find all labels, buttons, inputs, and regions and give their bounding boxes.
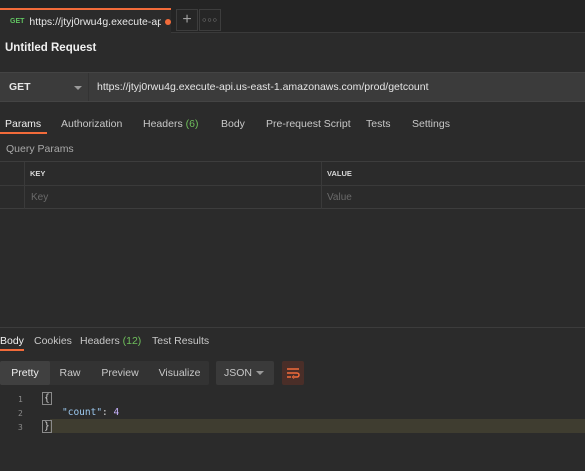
json-key: "count" <box>62 407 103 418</box>
current-line-highlight <box>50 419 585 433</box>
tab-body[interactable]: Body <box>221 118 245 130</box>
new-tab-button[interactable]: + <box>176 9 198 31</box>
code-line-2[interactable]: "count": 4 <box>62 407 119 418</box>
json-value: 4 <box>113 407 120 418</box>
tab-authorization[interactable]: Authorization <box>61 118 122 130</box>
line-number: 1 <box>18 395 23 404</box>
close-brace: } <box>42 420 52 433</box>
url-input[interactable]: https://jtyj0rwu4g.execute-api.us-east-1… <box>97 81 429 93</box>
response-tab-test-results[interactable]: Test Results <box>152 335 209 347</box>
code-line-3[interactable]: } <box>42 420 52 433</box>
chevron-down-icon[interactable] <box>256 371 264 375</box>
response-divider <box>0 327 585 328</box>
format-select[interactable]: JSON <box>216 361 274 385</box>
tab-params[interactable]: Params <box>5 118 41 130</box>
column-divider <box>24 162 25 209</box>
url-bar: GET https://jtyj0rwu4g.execute-api.us-ea… <box>0 72 585 102</box>
params-table: KEY VALUE Key Value <box>0 161 585 209</box>
active-tab-underline <box>0 132 47 134</box>
request-tabs: Params Authorization Headers (6) Body Pr… <box>0 112 585 136</box>
response-headers-count: (12) <box>122 335 142 347</box>
response-active-underline <box>0 349 24 351</box>
plus-icon: + <box>182 11 192 28</box>
tab-settings[interactable]: Settings <box>412 118 450 130</box>
line-number: 3 <box>18 423 23 432</box>
code-line-1[interactable]: { <box>42 392 52 405</box>
tab-headers[interactable]: Headers (6) <box>143 118 198 130</box>
unsaved-indicator <box>165 18 171 25</box>
column-divider <box>321 162 322 209</box>
request-title[interactable]: Untitled Request <box>5 42 96 54</box>
response-headers-label: Headers <box>80 335 120 347</box>
tab-headers-label: Headers <box>143 118 183 130</box>
divider <box>88 73 89 101</box>
tab-title: https://jtyj0rwu4g.execute-api.... <box>29 15 162 28</box>
key-input[interactable]: Key <box>31 192 48 203</box>
raw-button[interactable]: Raw <box>50 361 90 385</box>
line-number: 2 <box>18 409 23 418</box>
key-column-header: KEY <box>30 169 46 178</box>
response-tab-headers[interactable]: Headers (12) <box>80 335 141 347</box>
open-brace: { <box>42 392 52 405</box>
pretty-button[interactable]: Pretty <box>0 361 50 385</box>
json-colon: : <box>102 407 114 418</box>
preview-button[interactable]: Preview <box>90 361 150 385</box>
more-tabs-button[interactable]: ○○○ <box>199 9 221 31</box>
ellipsis-icon: ○○○ <box>202 16 218 24</box>
tab-method: GET <box>10 18 25 25</box>
response-tab-cookies[interactable]: Cookies <box>34 335 72 347</box>
tab-tests[interactable]: Tests <box>366 118 391 130</box>
wrap-lines-button[interactable] <box>282 361 304 385</box>
value-input[interactable]: Value <box>327 192 352 203</box>
tab-pre-request-script[interactable]: Pre-request Script <box>266 118 351 130</box>
headers-count: (6) <box>185 118 199 130</box>
wrap-lines-icon <box>287 368 300 379</box>
row-divider <box>0 185 585 186</box>
query-params-label: Query Params <box>6 143 74 155</box>
value-column-header: VALUE <box>327 169 352 178</box>
chevron-down-icon[interactable] <box>74 86 82 90</box>
request-tab[interactable]: GET https://jtyj0rwu4g.execute-api.... <box>0 8 171 33</box>
method-select[interactable]: GET <box>9 81 31 93</box>
visualize-button[interactable]: Visualize <box>150 361 209 385</box>
response-tab-body[interactable]: Body <box>0 335 24 347</box>
